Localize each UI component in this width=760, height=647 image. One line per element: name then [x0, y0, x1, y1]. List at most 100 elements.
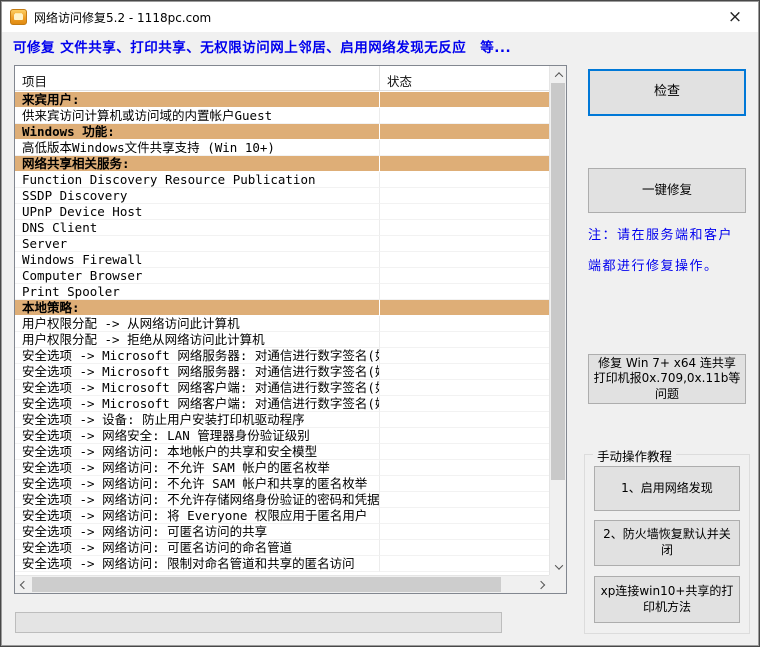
list-item-row[interactable]: 安全选项 -> 网络访问: 可匿名访问的共享	[15, 524, 549, 540]
xp-connect-win10-printer-button[interactable]: xp连接win10+共享的打印机方法	[594, 576, 740, 623]
status-cell	[380, 156, 549, 172]
list-item-row[interactable]: Server	[15, 236, 549, 252]
status-cell	[380, 108, 549, 124]
fix-win7-printer-button[interactable]: 修复 Win 7+ x64 连共享打印机报0x.709,0x.11b等问题	[588, 354, 746, 404]
status-cell	[380, 204, 549, 220]
vertical-scroll-thumb[interactable]	[551, 83, 565, 480]
status-cell	[380, 220, 549, 236]
list-section-row[interactable]: Windows 功能:	[15, 124, 549, 140]
status-cell	[380, 348, 549, 364]
status-cell	[380, 460, 549, 476]
item-cell: 用户权限分配 -> 从网络访问此计算机	[15, 316, 380, 332]
list-item-row[interactable]: 安全选项 -> Microsoft 网络服务器: 对通信进行数字签名(始终)	[15, 364, 549, 380]
status-cell	[380, 172, 549, 188]
enable-network-discovery-button[interactable]: 1、启用网络发现	[594, 466, 740, 511]
status-cell	[380, 444, 549, 460]
status-cell	[380, 300, 549, 316]
list-item-row[interactable]: 高低版本Windows文件共享支持 (Win 10+)	[15, 140, 549, 156]
item-cell: 安全选项 -> 网络访问: 不允许 SAM 帐户和共享的匿名枚举	[15, 476, 380, 492]
status-cell	[380, 508, 549, 524]
vertical-scrollbar[interactable]	[549, 66, 566, 575]
status-cell	[380, 412, 549, 428]
list-item-row[interactable]: UPnP Device Host	[15, 204, 549, 220]
firewall-restore-default-button[interactable]: 2、防火墙恢复默认并关闭	[594, 520, 740, 566]
list-item-row[interactable]: 用户权限分配 -> 从网络访问此计算机	[15, 316, 549, 332]
list-item-row[interactable]: 安全选项 -> 网络访问: 不允许 SAM 帐户的匿名枚举	[15, 460, 549, 476]
list-item-row[interactable]: 安全选项 -> 网络访问: 本地帐户的共享和安全模型	[15, 444, 549, 460]
list-item-row[interactable]: Print Spooler	[15, 284, 549, 300]
item-cell: Windows Firewall	[15, 252, 380, 268]
horizontal-scroll-thumb[interactable]	[32, 577, 501, 592]
check-items-listview[interactable]: 项目 状态 来宾用户:供来宾访问计算机或访问域的内置帐户GuestWindows…	[14, 65, 567, 594]
list-item-row[interactable]: 安全选项 -> Microsoft 网络客户端: 对通信进行数字签名(如...	[15, 380, 549, 396]
item-cell: 安全选项 -> Microsoft 网络客户端: 对通信进行数字签名(如...	[15, 380, 380, 396]
status-progress-panel	[15, 612, 502, 633]
list-item-row[interactable]: 安全选项 -> 网络访问: 将 Everyone 权限应用于匿名用户	[15, 508, 549, 524]
list-item-row[interactable]: 安全选项 -> 网络访问: 可匿名访问的命名管道	[15, 540, 549, 556]
list-item-row[interactable]: DNS Client	[15, 220, 549, 236]
list-item-row[interactable]: 安全选项 -> Microsoft 网络客户端: 对通信进行数字签名(始终)	[15, 396, 549, 412]
list-section-row[interactable]: 网络共享相关服务:	[15, 156, 549, 172]
item-cell: 本地策略:	[15, 300, 380, 316]
column-header-item[interactable]: 项目	[15, 66, 380, 90]
item-cell: 安全选项 -> 网络访问: 不允许存储网络身份验证的密码和凭据	[15, 492, 380, 508]
scroll-down-icon[interactable]	[550, 558, 567, 575]
item-cell: 来宾用户:	[15, 92, 380, 108]
scroll-up-icon[interactable]	[550, 66, 567, 83]
scroll-left-icon[interactable]	[15, 576, 32, 593]
item-cell: DNS Client	[15, 220, 380, 236]
list-item-row[interactable]: SSDP Discovery	[15, 188, 549, 204]
list-item-row[interactable]: 安全选项 -> 网络访问: 不允许存储网络身份验证的密码和凭据	[15, 492, 549, 508]
item-cell: Function Discovery Resource Publication	[15, 172, 380, 188]
status-cell	[380, 540, 549, 556]
check-button[interactable]: 检查	[588, 69, 746, 116]
list-item-row[interactable]: Computer Browser	[15, 268, 549, 284]
one-click-fix-button[interactable]: 一键修复	[588, 168, 746, 213]
scroll-right-icon[interactable]	[532, 576, 549, 593]
close-button[interactable]: ×	[712, 2, 758, 32]
list-item-row[interactable]: Windows Firewall	[15, 252, 549, 268]
horizontal-scrollbar[interactable]	[15, 575, 549, 593]
item-cell: 高低版本Windows文件共享支持 (Win 10+)	[15, 140, 380, 156]
repair-note-line1: 注：请在服务端和客户	[588, 220, 756, 251]
item-cell: 安全选项 -> 网络访问: 可匿名访问的共享	[15, 524, 380, 540]
status-cell	[380, 236, 549, 252]
item-cell: 安全选项 -> Microsoft 网络服务器: 对通信进行数字签名(如...	[15, 348, 380, 364]
list-item-row[interactable]: 安全选项 -> Microsoft 网络服务器: 对通信进行数字签名(如...	[15, 348, 549, 364]
list-item-row[interactable]: 用户权限分配 -> 拒绝从网络访问此计算机	[15, 332, 549, 348]
item-cell: 安全选项 -> 网络访问: 将 Everyone 权限应用于匿名用户	[15, 508, 380, 524]
list-section-row[interactable]: 来宾用户:	[15, 92, 549, 108]
item-cell: UPnP Device Host	[15, 204, 380, 220]
item-cell: 安全选项 -> Microsoft 网络客户端: 对通信进行数字签名(始终)	[15, 396, 380, 412]
item-cell: 安全选项 -> 网络访问: 限制对命名管道和共享的匿名访问	[15, 556, 380, 572]
item-cell: 安全选项 -> 网络访问: 不允许 SAM 帐户的匿名枚举	[15, 460, 380, 476]
list-item-row[interactable]: Function Discovery Resource Publication	[15, 172, 549, 188]
status-cell	[380, 332, 549, 348]
column-header-status[interactable]: 状态	[380, 66, 549, 90]
item-cell: 安全选项 -> 网络安全: LAN 管理器身份验证级别	[15, 428, 380, 444]
item-cell: Windows 功能:	[15, 124, 380, 140]
item-cell: 安全选项 -> 网络访问: 可匿名访问的命名管道	[15, 540, 380, 556]
list-item-row[interactable]: 安全选项 -> 网络安全: LAN 管理器身份验证级别	[15, 428, 549, 444]
status-cell	[380, 524, 549, 540]
list-item-row[interactable]: 安全选项 -> 网络访问: 不允许 SAM 帐户和共享的匿名枚举	[15, 476, 549, 492]
list-item-row[interactable]: 安全选项 -> 网络访问: 限制对命名管道和共享的匿名访问	[15, 556, 549, 572]
item-cell: 用户权限分配 -> 拒绝从网络访问此计算机	[15, 332, 380, 348]
app-window: 网络访问修复5.2 - 1118pc.com × 可修复 文件共享、打印共享、无…	[0, 0, 760, 647]
status-cell	[380, 428, 549, 444]
status-cell	[380, 268, 549, 284]
list-rows: 来宾用户:供来宾访问计算机或访问域的内置帐户GuestWindows 功能:高低…	[15, 92, 549, 574]
scrollbar-corner	[549, 575, 566, 593]
manual-tutorial-label: 手动操作教程	[593, 446, 676, 465]
list-item-row[interactable]: 安全选项 -> 设备: 防止用户安装打印机驱动程序	[15, 412, 549, 428]
item-cell: 安全选项 -> 网络访问: 本地帐户的共享和安全模型	[15, 444, 380, 460]
item-cell: Print Spooler	[15, 284, 380, 300]
status-cell	[380, 92, 549, 108]
list-item-row[interactable]: 供来宾访问计算机或访问域的内置帐户Guest	[15, 108, 549, 124]
status-cell	[380, 556, 549, 572]
status-cell	[380, 124, 549, 140]
item-cell: 安全选项 -> 设备: 防止用户安装打印机驱动程序	[15, 412, 380, 428]
item-cell: Server	[15, 236, 380, 252]
window-title: 网络访问修复5.2 - 1118pc.com	[34, 9, 211, 26]
list-section-row[interactable]: 本地策略:	[15, 300, 549, 316]
